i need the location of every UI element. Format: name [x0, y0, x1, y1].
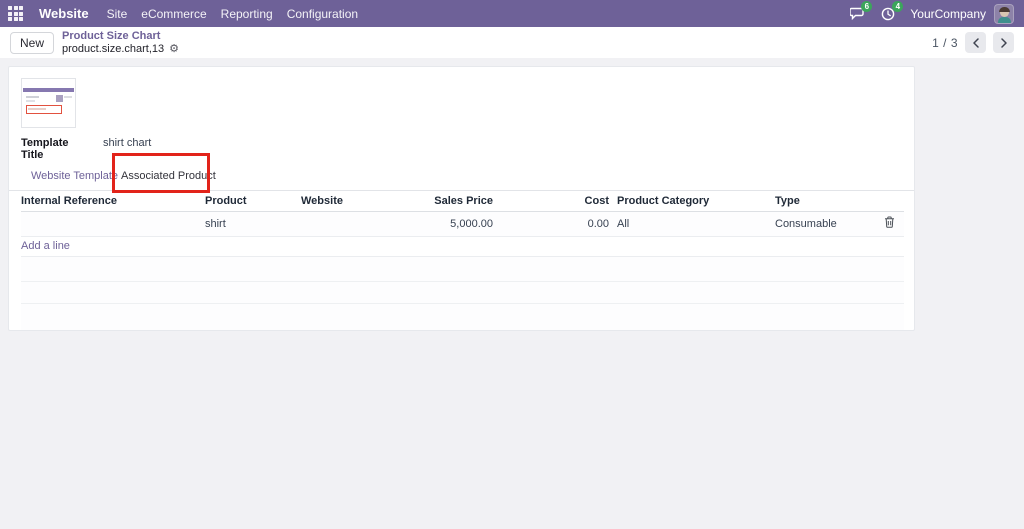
menu-ecommerce[interactable]: eCommerce — [141, 7, 206, 21]
header-product[interactable]: Product — [201, 191, 297, 212]
user-menu[interactable]: YourCompany — [910, 3, 1014, 24]
company-name: YourCompany — [910, 6, 986, 21]
chevron-right-icon — [1000, 37, 1007, 48]
pager-next-button[interactable] — [993, 32, 1014, 53]
breadcrumb-record: product.size.chart,13 — [62, 42, 165, 55]
top-navbar: Website Site eCommerce Reporting Configu… — [0, 0, 1024, 27]
user-avatar — [994, 3, 1014, 24]
header-product-category[interactable]: Product Category — [613, 191, 771, 212]
add-line-row: Add a line — [21, 237, 904, 257]
preview-deco — [26, 100, 35, 102]
pager: 1 / 3 — [932, 32, 1014, 53]
menu-site[interactable]: Site — [107, 7, 128, 21]
main-content: Template Title shirt chart Website Templ… — [0, 58, 1024, 529]
empty-row — [21, 256, 904, 282]
add-a-line-button[interactable]: Add a line — [21, 240, 70, 252]
empty-row — [21, 281, 904, 304]
header-type[interactable]: Type — [771, 191, 875, 212]
tab-associated-product[interactable]: Associated Product — [121, 161, 216, 191]
activities-badge: 4 — [892, 0, 904, 12]
preview-deco — [26, 96, 39, 98]
preview-deco — [28, 108, 46, 110]
template-preview-image[interactable] — [21, 78, 76, 128]
gear-icon[interactable]: ⚙ — [169, 43, 179, 55]
cell-type[interactable]: Consumable — [771, 211, 875, 237]
template-title-label: Template Title — [21, 137, 69, 161]
empty-row — [21, 303, 904, 330]
preview-deco — [64, 96, 72, 98]
cell-website[interactable] — [297, 211, 397, 237]
activities-button[interactable]: 4 — [879, 0, 904, 23]
messages-button[interactable]: 6 — [848, 0, 873, 23]
header-cost[interactable]: Cost — [497, 191, 613, 212]
preview-deco — [23, 88, 74, 92]
trash-icon — [885, 216, 894, 228]
cell-product[interactable]: shirt — [201, 211, 297, 237]
table-row[interactable]: shirt 5,000.00 0.00 All Consumable — [21, 211, 904, 237]
pager-previous-button[interactable] — [965, 32, 986, 53]
preview-deco — [56, 95, 63, 102]
breadcrumb: Product Size Chart product.size.chart,13… — [62, 30, 179, 55]
product-table: Internal Reference Product Website Sales… — [21, 191, 904, 237]
control-panel: New Product Size Chart product.size.char… — [0, 27, 1024, 58]
delete-row-button[interactable] — [875, 211, 904, 237]
table-header-row: Internal Reference Product Website Sales… — [21, 191, 904, 212]
associated-product-list: Internal Reference Product Website Sales… — [21, 191, 904, 330]
chevron-left-icon — [972, 37, 979, 48]
notebook-tabs: Website Template Associated Product — [9, 153, 914, 193]
breadcrumb-title[interactable]: Product Size Chart — [62, 30, 179, 42]
form-sheet: Template Title shirt chart Website Templ… — [8, 66, 915, 331]
header-website[interactable]: Website — [297, 191, 397, 212]
cell-product-category[interactable]: All — [613, 211, 771, 237]
new-button[interactable]: New — [10, 31, 55, 54]
pager-count: 1 / 3 — [932, 35, 958, 50]
header-internal-reference[interactable]: Internal Reference — [21, 191, 201, 212]
template-title-field: Template Title shirt chart — [21, 137, 151, 161]
menu-configuration[interactable]: Configuration — [287, 7, 358, 21]
cell-sales-price[interactable]: 5,000.00 — [397, 211, 497, 237]
menu-reporting[interactable]: Reporting — [221, 7, 273, 21]
header-sales-price[interactable]: Sales Price — [397, 191, 497, 212]
apps-grid-icon[interactable] — [8, 6, 23, 21]
app-name-website[interactable]: Website — [39, 6, 89, 21]
tab-website-template[interactable]: Website Template — [31, 161, 118, 191]
template-title-value[interactable]: shirt chart — [103, 137, 151, 149]
messages-badge: 6 — [861, 0, 873, 12]
cell-internal-reference[interactable] — [21, 211, 201, 237]
header-actions — [875, 191, 904, 212]
cell-cost[interactable]: 0.00 — [497, 211, 613, 237]
